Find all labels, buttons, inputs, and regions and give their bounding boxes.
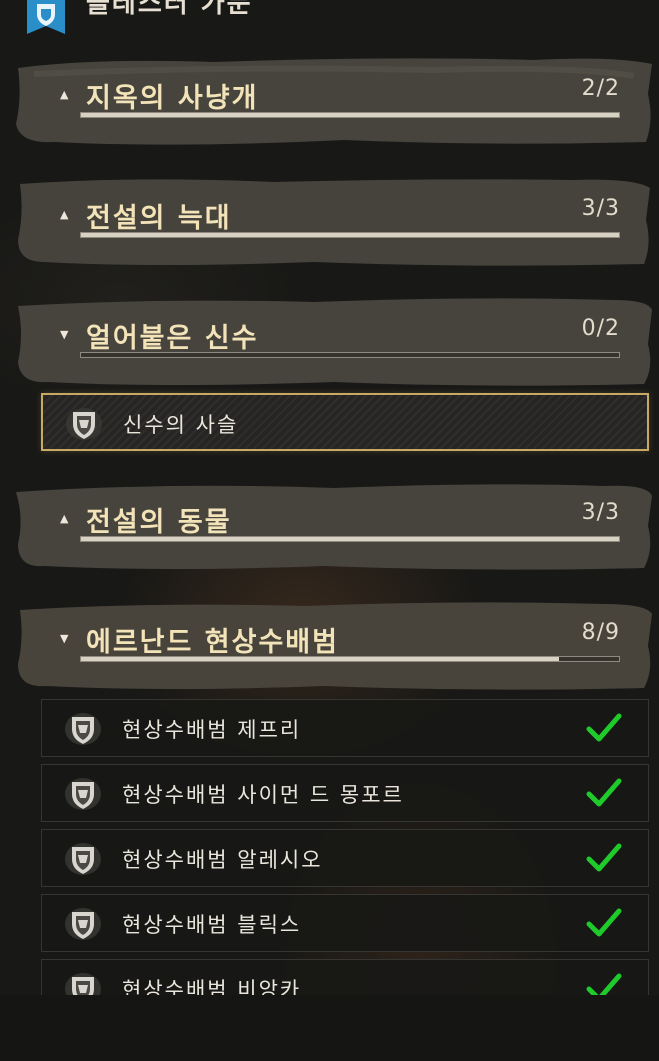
list-item-bounty-alessio[interactable]: 현상수배범 알레시오 bbox=[41, 829, 649, 887]
list-item-bounty-blix[interactable]: 현상수배범 블릭스 bbox=[41, 894, 649, 952]
list-item-beast-chain[interactable]: 신수의 사슬 bbox=[41, 393, 649, 451]
crest-icon bbox=[65, 843, 101, 875]
category-count: 3/3 bbox=[581, 500, 620, 525]
checkmark-icon bbox=[586, 778, 622, 807]
collapse-arrow-icon[interactable]: ▲ bbox=[60, 208, 68, 221]
category-label: 전설의 동물 bbox=[86, 507, 232, 538]
checkmark-icon bbox=[586, 908, 622, 937]
item-label: 현상수배범 사이먼 드 몽포르 bbox=[122, 783, 404, 807]
category-hellhound[interactable]: ▲ 지옥의 사냥개 2/2 bbox=[14, 54, 654, 148]
crest-icon bbox=[65, 908, 101, 940]
shield-banner-icon bbox=[27, 0, 65, 34]
category-progress-bar bbox=[80, 536, 620, 542]
category-count: 2/2 bbox=[581, 76, 620, 101]
crest-icon bbox=[65, 713, 101, 745]
list-item-bounty-simon[interactable]: 현상수배범 사이먼 드 몽포르 bbox=[41, 764, 649, 822]
category-count: 3/3 bbox=[581, 196, 620, 221]
progress-fill bbox=[81, 657, 560, 661]
category-progress-bar bbox=[80, 352, 620, 358]
category-progress-bar bbox=[80, 656, 620, 662]
item-label: 신수의 사슬 bbox=[123, 413, 239, 437]
collapse-arrow-icon[interactable]: ▲ bbox=[60, 88, 68, 101]
collapse-arrow-icon[interactable]: ▲ bbox=[60, 512, 68, 525]
category-legendary-wolf[interactable]: ▲ 전설의 늑대 3/3 bbox=[14, 174, 654, 268]
crest-icon bbox=[66, 408, 102, 440]
item-label: 현상수배범 알레시오 bbox=[122, 848, 323, 872]
progress-fill bbox=[81, 233, 619, 237]
progress-fill bbox=[81, 113, 619, 117]
item-label: 현상수배범 제프리 bbox=[122, 718, 302, 742]
expand-arrow-icon[interactable]: ▼ bbox=[60, 328, 68, 341]
category-label: 에르난드 현상수배범 bbox=[86, 627, 339, 658]
category-legendary-animal[interactable]: ▲ 전설의 동물 3/3 bbox=[14, 478, 654, 572]
list-item-bounty-jeffrey[interactable]: 현상수배범 제프리 bbox=[41, 699, 649, 757]
list-clip-edge bbox=[0, 995, 659, 1061]
category-progress-bar bbox=[80, 112, 620, 118]
category-progress-bar bbox=[80, 232, 620, 238]
progress-fill bbox=[81, 537, 619, 541]
checkmark-icon bbox=[586, 843, 622, 872]
category-count: 8/9 bbox=[581, 620, 620, 645]
expand-arrow-icon[interactable]: ▼ bbox=[60, 632, 68, 645]
panel-title: 블레스터 가문 bbox=[86, 0, 253, 19]
panel-header: 블레스터 가문 bbox=[0, 0, 659, 40]
category-count: 0/2 bbox=[581, 316, 620, 341]
category-frozen-beast[interactable]: ▼ 얼어붙은 신수 0/2 bbox=[14, 294, 654, 388]
checkmark-icon bbox=[586, 713, 622, 742]
category-label: 전설의 늑대 bbox=[86, 203, 232, 234]
item-label: 현상수배범 블릭스 bbox=[122, 913, 302, 937]
category-ernand-wanted[interactable]: ▼ 에르난드 현상수배범 8/9 bbox=[14, 598, 654, 692]
category-label: 얼어붙은 신수 bbox=[86, 323, 259, 354]
crest-icon bbox=[65, 778, 101, 810]
category-label: 지옥의 사냥개 bbox=[86, 83, 259, 114]
